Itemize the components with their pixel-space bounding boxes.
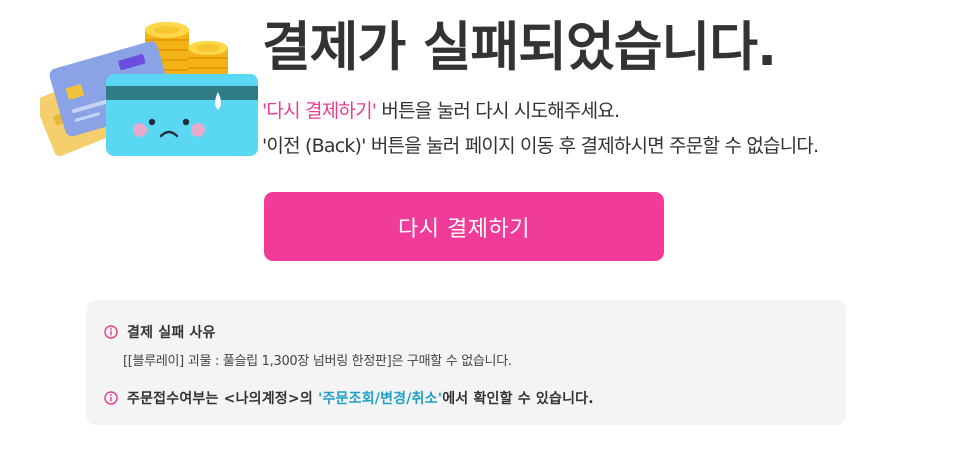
- sad-card-icon: [106, 74, 258, 156]
- order-notice-row: 주문접수여부는 <나의계정>의 '주문조회/변경/취소'에서 확인할 수 있습니…: [104, 388, 594, 408]
- info-circle-icon: [104, 391, 118, 405]
- notice-prefix: 주문접수여부는 <나의계정>의: [127, 391, 318, 407]
- page-title: 결제가 실패되었습니다.: [262, 17, 777, 78]
- payment-failed-page: 결제가 실패되었습니다. '다시 결제하기' 버튼을 눌러 다시 시도해주세요.…: [0, 0, 966, 457]
- instructions: '다시 결제하기' 버튼을 눌러 다시 시도해주세요. '이전 (Back)' …: [262, 94, 819, 164]
- notice-suffix: 에서 확인할 수 있습니다.: [442, 391, 594, 407]
- reason-title: 결제 실패 사유: [127, 325, 216, 341]
- reason-text: [[블루레이] 괴물 : 풀슬립 1,300장 넘버링 한정판]은 구매할 수 …: [123, 354, 512, 369]
- order-lookup-link[interactable]: '주문조회/변경/취소': [318, 391, 442, 407]
- order-notice-text: 주문접수여부는 <나의계정>의 '주문조회/변경/취소'에서 확인할 수 있습니…: [127, 388, 594, 408]
- reason-title-row: 결제 실패 사유: [104, 322, 216, 342]
- instruction-line-retry: '다시 결제하기' 버튼을 눌러 다시 시도해주세요.: [262, 94, 818, 129]
- retry-payment-button[interactable]: 다시 결제하기: [264, 192, 664, 261]
- instruction-line-back-warning: '이전 (Back)' 버튼을 눌러 페이지 이동 후 결제하시면 주문할 수 …: [262, 135, 819, 157]
- retry-instruction-text: 버튼을 눌러 다시 시도해주세요.: [376, 100, 620, 122]
- sad-credit-card-illustration-icon: [35, 14, 262, 164]
- info-circle-icon: [104, 325, 118, 339]
- retry-quote-text: '다시 결제하기': [262, 100, 377, 122]
- failure-info-box: 결제 실패 사유 [[블루레이] 괴물 : 풀슬립 1,300장 넘버링 한정판…: [86, 300, 846, 425]
